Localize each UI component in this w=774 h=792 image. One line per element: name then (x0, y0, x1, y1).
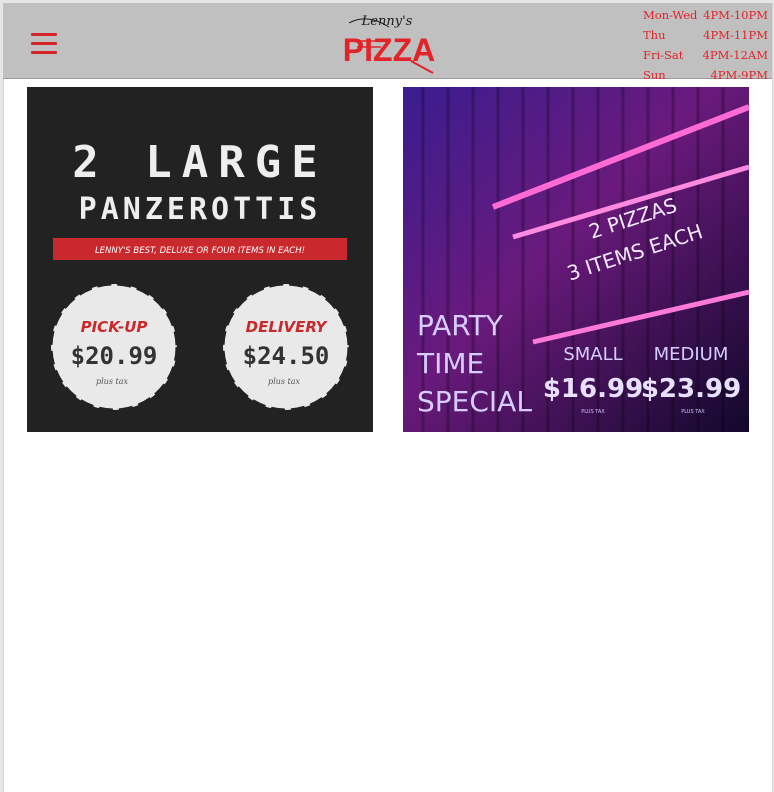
svg-text:Lenny's: Lenny's (361, 14, 413, 29)
svg-text:DELIVERY: DELIVERY (246, 318, 329, 336)
site-header: Lenny's PIZZA Mon-Wed 4PM-10PM Thu 4PM-11P… (3, 3, 772, 82)
svg-text:PARTY: PARTY (417, 309, 504, 342)
site-logo[interactable]: Lenny's PIZZA (337, 11, 437, 75)
svg-text:plus tax: plus tax (96, 377, 128, 386)
hours-row: Fri-Sat 4PM-12AM (643, 48, 768, 62)
svg-text:MEDIUM: MEDIUM (654, 344, 729, 365)
svg-text:SPECIAL: SPECIAL (417, 385, 532, 418)
promo-party-special[interactable]: 2 PIZZAS 3 ITEMS EACH PARTY TIME SPECIAL… (403, 87, 749, 432)
svg-text:$24.50: $24.50 (243, 342, 330, 370)
svg-text:PICK-UP: PICK-UP (81, 318, 148, 336)
hours-row: Sun 4PM-9PM (643, 68, 768, 82)
svg-text:PLUS TAX: PLUS TAX (681, 409, 705, 415)
svg-text:PLUS TAX: PLUS TAX (581, 409, 605, 415)
svg-text:PIZZA: PIZZA (343, 32, 435, 68)
opening-hours: Mon-Wed 4PM-10PM Thu 4PM-11PM Fri-Sat 4PM-1… (643, 5, 768, 85)
svg-text:plus tax: plus tax (268, 377, 300, 386)
hours-row: Mon-Wed 4PM-10PM (643, 8, 768, 22)
svg-text:PANZEROTTIS: PANZEROTTIS (79, 192, 322, 227)
svg-text:SMALL: SMALL (563, 344, 622, 365)
svg-text:$23.99: $23.99 (641, 374, 741, 404)
svg-text:LENNY'S BEST, DELUXE OR FOUR I: LENNY'S BEST, DELUXE OR FOUR ITEMS IN EA… (95, 246, 305, 256)
promo-panzerottis[interactable]: 2 LARGE PANZEROTTIS LENNY'S BEST, DELUXE… (27, 87, 373, 432)
hours-row: Thu 4PM-11PM (643, 28, 768, 42)
svg-text:$20.99: $20.99 (71, 342, 158, 370)
svg-text:TIME: TIME (416, 347, 484, 380)
svg-text:$16.99: $16.99 (543, 374, 643, 404)
svg-text:2 LARGE: 2 LARGE (72, 137, 327, 188)
party-special-promo-graphic: 2 PIZZAS 3 ITEMS EACH PARTY TIME SPECIAL… (403, 87, 749, 432)
hamburger-menu-icon[interactable] (31, 33, 57, 55)
panzerotti-promo-graphic: 2 LARGE PANZEROTTIS LENNY'S BEST, DELUXE… (27, 87, 373, 432)
